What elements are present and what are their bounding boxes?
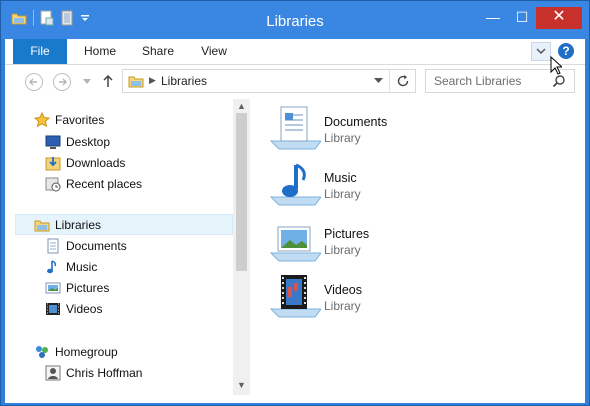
explorer-window: Libraries — ☐ ✕ File Home Share View ? ▶… xyxy=(0,0,590,406)
recent-locations-icon[interactable] xyxy=(83,79,91,85)
nav-favorites-label: Favorites xyxy=(55,113,105,127)
nav-item-label: Videos xyxy=(66,302,103,316)
recent-places-icon xyxy=(45,177,61,192)
library-type: Library xyxy=(324,299,361,313)
breadcrumb-separator-icon[interactable]: ▶ xyxy=(149,75,156,86)
nav-item-label: Pictures xyxy=(66,281,110,295)
search-icon[interactable] xyxy=(552,74,566,88)
back-button[interactable] xyxy=(25,73,43,91)
nav-item-label: Music xyxy=(66,260,98,274)
scrollbar-thumb[interactable] xyxy=(236,113,247,271)
documents-library-icon xyxy=(269,106,321,150)
close-button[interactable]: ✕ xyxy=(536,7,582,29)
up-arrow-icon[interactable] xyxy=(102,74,114,88)
maximize-button[interactable]: ☐ xyxy=(507,7,537,29)
tab-file[interactable]: File xyxy=(13,39,67,64)
music-library-icon xyxy=(269,163,321,206)
tab-share[interactable]: Share xyxy=(133,39,183,64)
libraries-icon xyxy=(128,76,144,88)
refresh-icon[interactable] xyxy=(396,74,410,88)
expand-ribbon-button[interactable] xyxy=(531,42,551,61)
nav-libraries-label: Libraries xyxy=(55,218,102,232)
music-icon xyxy=(47,260,57,274)
search-input[interactable]: Search Libraries xyxy=(434,74,521,88)
breadcrumb[interactable]: Libraries xyxy=(161,74,207,88)
address-dropdown-icon[interactable] xyxy=(374,78,383,84)
nav-homegroup-label: Homegroup xyxy=(55,345,118,359)
star-icon xyxy=(34,112,50,128)
documents-icon xyxy=(47,238,59,254)
library-item-videos[interactable]: Videos Library xyxy=(269,273,469,321)
back-arrow-icon xyxy=(29,78,37,86)
navigation-pane: Favorites Desktop Downloads Recent place… xyxy=(5,99,234,395)
forward-arrow-icon xyxy=(59,78,67,86)
library-item-pictures[interactable]: Pictures Library xyxy=(269,217,469,265)
navigation-bar: ▶ Libraries Search Libraries xyxy=(5,65,585,99)
pictures-library-icon xyxy=(269,226,321,262)
nav-item-label: Recent places xyxy=(66,177,143,191)
pictures-icon xyxy=(45,282,61,294)
scroll-up-icon[interactable]: ▲ xyxy=(237,101,246,111)
title-bar[interactable]: Libraries — ☐ ✕ xyxy=(1,1,589,39)
content-area: Favorites Desktop Downloads Recent place… xyxy=(5,99,585,403)
library-name: Pictures xyxy=(324,227,370,241)
nav-item-label: Desktop xyxy=(66,135,111,149)
downloads-icon xyxy=(45,157,61,171)
nav-pane-scrollbar[interactable]: ▲ ▼ xyxy=(233,99,250,395)
address-bar[interactable]: ▶ Libraries xyxy=(122,69,416,93)
videos-icon xyxy=(46,303,60,315)
library-name: Music xyxy=(324,171,357,185)
library-type: Library xyxy=(324,131,361,145)
library-type: Library xyxy=(324,243,361,257)
nav-item-label: Documents xyxy=(66,239,127,253)
minimize-button[interactable]: — xyxy=(478,7,508,29)
videos-library-icon xyxy=(269,275,321,318)
user-icon xyxy=(45,365,61,381)
tab-view[interactable]: View xyxy=(191,39,237,64)
library-item-documents[interactable]: Documents Library xyxy=(269,105,469,153)
chevron-down-icon xyxy=(536,48,546,55)
scroll-down-icon[interactable]: ▼ xyxy=(237,380,246,390)
address-divider xyxy=(389,70,390,92)
tab-home[interactable]: Home xyxy=(75,39,125,64)
ribbon-tabs: File Home Share View ? xyxy=(5,39,585,65)
nav-item-label: Chris Hoffman xyxy=(66,366,143,380)
library-name: Videos xyxy=(324,283,362,297)
library-name: Documents xyxy=(324,115,388,129)
desktop-icon xyxy=(45,135,61,149)
library-type: Library xyxy=(324,187,361,201)
libraries-icon xyxy=(34,220,50,232)
mouse-cursor-icon xyxy=(550,56,562,75)
homegroup-icon xyxy=(36,346,48,358)
library-item-music[interactable]: Music Library xyxy=(269,161,469,209)
forward-button[interactable] xyxy=(53,73,71,91)
nav-item-label: Downloads xyxy=(66,156,126,170)
